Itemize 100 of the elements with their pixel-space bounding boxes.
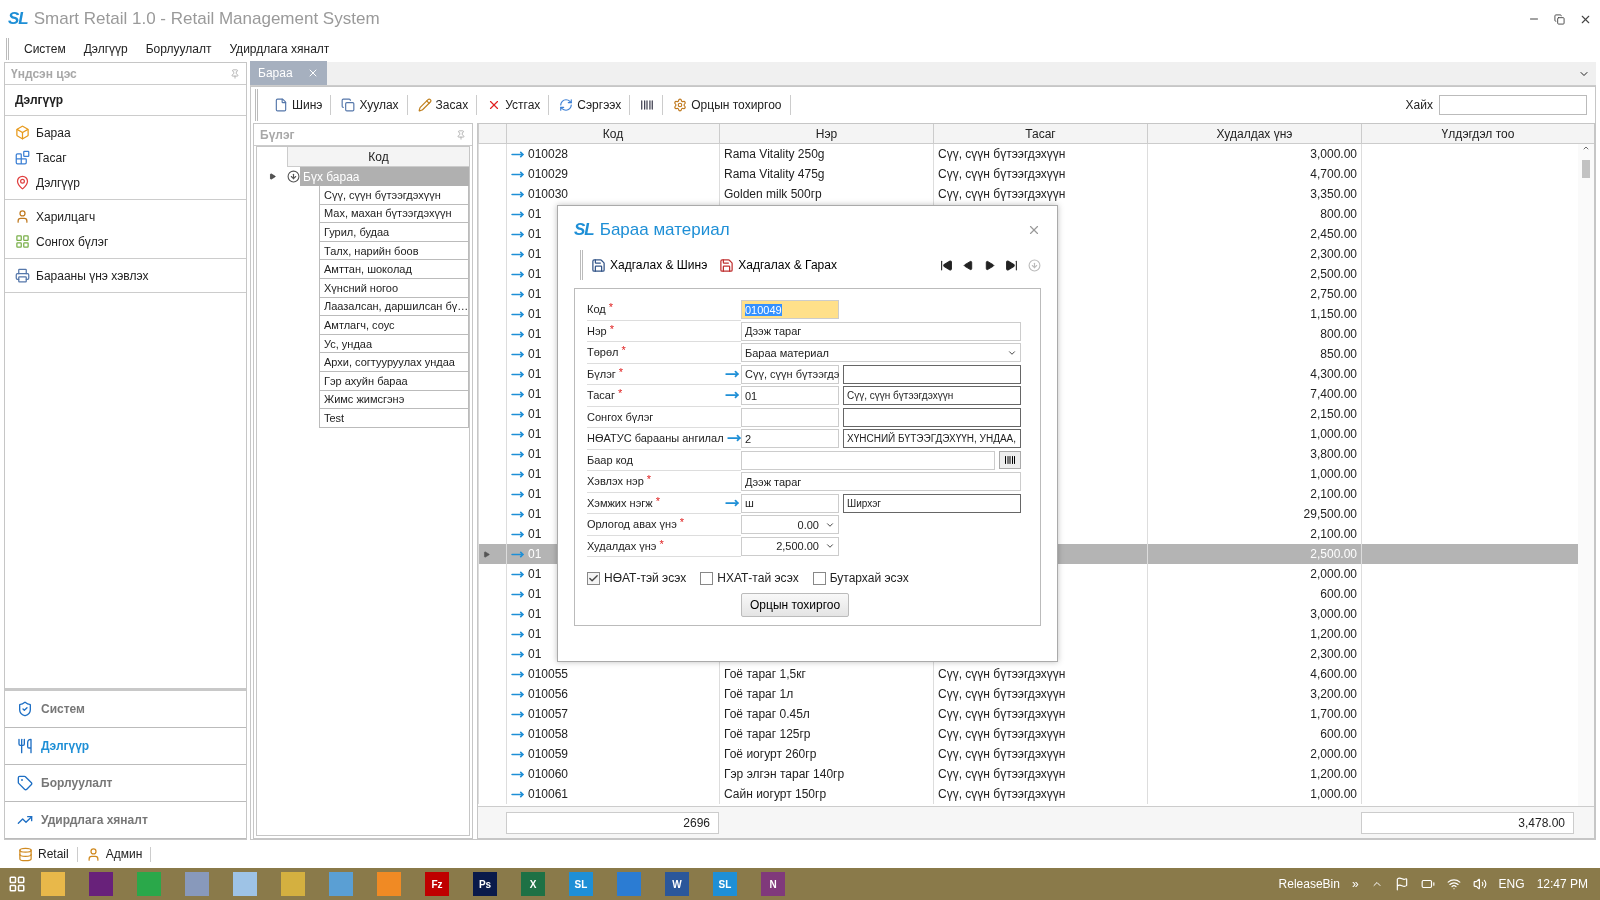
required-mark: * xyxy=(618,387,623,399)
field-label: Тасаг xyxy=(587,389,615,402)
table-cell: 01 xyxy=(528,647,542,661)
table-cell: Гоё тараг 1л xyxy=(724,687,794,701)
table-cell: 01 xyxy=(528,567,542,581)
field-label: НӨАТУС барааны ангилал xyxy=(587,432,724,445)
table-cell: 2,500.00 xyxy=(1310,547,1357,561)
checkbox-label: Бутархай эсэх xyxy=(829,571,909,585)
table-cell: 01 xyxy=(528,207,542,221)
table-cell: 2,300.00 xyxy=(1310,647,1357,661)
table-cell: 3,800.00 xyxy=(1310,447,1357,461)
field-label: Сонгох бүлэг xyxy=(587,410,654,423)
table-cell: 01 xyxy=(528,427,542,441)
table-cell: 010060 xyxy=(528,767,569,781)
table-cell: Сүү, сүүн бүтээгдэхүүн xyxy=(938,187,1066,201)
table-cell: 1,000.00 xyxy=(1310,427,1357,441)
table-cell: 7,400.00 xyxy=(1310,387,1357,401)
table-cell: 1,000.00 xyxy=(1310,787,1357,801)
table-cell: 2,000.00 xyxy=(1310,567,1357,581)
table-cell: 01 xyxy=(528,367,542,381)
table-cell: 1,700.00 xyxy=(1310,707,1357,721)
table-cell: 1,000.00 xyxy=(1310,467,1357,481)
tray-label: ReleaseBin xyxy=(1278,877,1340,891)
field-label: Төрөл xyxy=(587,346,619,359)
table-cell: 29,500.00 xyxy=(1303,507,1357,521)
table-cell: 010028 xyxy=(528,147,569,161)
table-cell: Гоё тараг 0.45л xyxy=(724,707,810,721)
table-cell: 01 xyxy=(528,627,542,641)
table-cell: 01 xyxy=(528,547,542,561)
table-cell: 01 xyxy=(528,227,542,241)
field-label: Бүлэг xyxy=(587,367,616,380)
required-mark: * xyxy=(608,301,613,313)
dialog-logo: SL xyxy=(574,220,594,240)
required-mark: * xyxy=(618,365,624,378)
table-cell: 2,000.00 xyxy=(1310,747,1357,761)
search-label: Хайх xyxy=(1405,98,1433,112)
table-cell: 3,000.00 xyxy=(1310,147,1357,161)
panel-title: Бүлэг xyxy=(260,127,295,142)
table-cell: 01 xyxy=(528,607,542,621)
table-cell: 800.00 xyxy=(1320,327,1357,341)
table-cell: 2,100.00 xyxy=(1310,527,1357,541)
total-summary: 3,478.00 xyxy=(1361,811,1574,834)
table-cell: Сүү, сүүн бүтээгдэхүүн xyxy=(938,167,1066,181)
table-cell: Гоё тараг 1,5кг xyxy=(724,667,806,681)
field-label: Код xyxy=(587,303,606,316)
table-cell: Сүү, сүүн бүтээгдэхүүн xyxy=(938,667,1066,681)
required-mark: * xyxy=(659,537,664,550)
table-cell: 4,300.00 xyxy=(1310,367,1357,381)
table-cell: 2,750.00 xyxy=(1310,287,1357,301)
table-cell: Rama Vitality 475g xyxy=(724,167,825,181)
table-cell: 01 xyxy=(528,507,542,521)
column-header: Код xyxy=(287,147,469,167)
table-cell: Golden milk 500гр xyxy=(724,187,822,201)
table-cell: Гэр элгэн тараг 140гр xyxy=(724,767,845,781)
table-cell: 2,100.00 xyxy=(1310,487,1357,501)
table-cell: 01 xyxy=(528,247,542,261)
table-cell: Сүү, сүүн бүтээгдэхүүн xyxy=(938,727,1066,741)
required-mark: * xyxy=(655,494,660,507)
table-cell: Гоё тараг 125гр xyxy=(724,727,811,741)
table-cell: 3,000.00 xyxy=(1310,607,1357,621)
field-label: Хэвлэх нэр xyxy=(587,475,644,488)
table-cell: 01 xyxy=(528,307,542,321)
table-cell: 010030 xyxy=(528,187,569,201)
field-label: Хэмжих нэгж xyxy=(587,496,653,509)
count-summary: 2696 xyxy=(506,811,719,834)
table-cell: 850.00 xyxy=(1320,347,1357,361)
table-cell: 01 xyxy=(528,467,542,481)
table-cell: 01 xyxy=(528,587,542,601)
window-title: Smart Retail 1.0 - Retail Management System xyxy=(33,9,381,29)
table-cell: 010059 xyxy=(528,747,569,761)
table-cell: 4,700.00 xyxy=(1310,167,1357,181)
field-label: Баар код xyxy=(587,453,633,466)
checkbox-label: НӨАТ-тэй эсэх xyxy=(604,571,687,585)
table-cell: 01 xyxy=(528,327,542,341)
panel-title: Үндсэн цэс xyxy=(11,66,77,81)
table-cell: 01 xyxy=(528,407,542,421)
table-cell: 600.00 xyxy=(1320,587,1357,601)
table-cell: Rama Vitality 250g xyxy=(724,147,825,161)
required-mark: * xyxy=(679,516,685,528)
required-mark: * xyxy=(621,344,626,356)
table-cell: 3,200.00 xyxy=(1310,687,1357,701)
table-cell: 2,300.00 xyxy=(1310,247,1357,261)
table-cell: 010056 xyxy=(528,687,569,701)
table-cell: 4,600.00 xyxy=(1310,667,1357,681)
table-cell: 2,450.00 xyxy=(1310,227,1357,241)
table-cell: 01 xyxy=(528,487,542,501)
table-cell: Гоё иогурт 260гр xyxy=(724,747,817,761)
table-cell: 010057 xyxy=(528,707,569,721)
app-logo: SL xyxy=(8,9,28,29)
section-title: Дэлгүүр xyxy=(5,85,246,116)
table-cell: Сүү, сүүн бүтээгдэхүүн xyxy=(938,767,1066,781)
table-cell: Сайн иогурт 150гр xyxy=(724,787,827,801)
dialog-title: Бараа материал xyxy=(599,220,731,240)
table-cell: 010029 xyxy=(528,167,569,181)
table-cell: 800.00 xyxy=(1320,207,1357,221)
table-cell: 010058 xyxy=(528,727,569,741)
table-cell: 2,150.00 xyxy=(1310,407,1357,421)
table-cell: Сүү, сүүн бүтээгдэхүүн xyxy=(938,707,1066,721)
checkbox-label: НХАТ-тай эсэх xyxy=(717,571,799,585)
field-label: Нэр xyxy=(587,324,607,337)
